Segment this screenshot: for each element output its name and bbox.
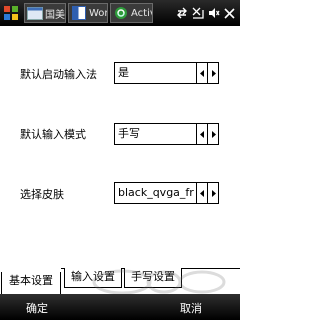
skin-select-label: 选择皮肤	[20, 188, 64, 201]
connectivity-icon[interactable]	[175, 6, 188, 20]
default-startup-label: 默认启动输入法	[20, 68, 97, 81]
taskbar-item-app3[interactable]: Activ	[110, 3, 153, 23]
taskbar-item-label: Activ	[131, 7, 152, 19]
default-input-mode-label: 默认输入模式	[20, 128, 86, 141]
right-arrow-icon[interactable]	[207, 183, 218, 203]
default-startup-spinner[interactable]: 是	[114, 62, 219, 84]
left-arrow-icon[interactable]	[196, 124, 207, 144]
folder-icon	[26, 6, 43, 20]
default-input-mode-spinner[interactable]: 手写	[114, 123, 219, 145]
tab-input-settings[interactable]: 输入设置	[64, 268, 122, 288]
left-arrow-icon[interactable]	[196, 63, 207, 83]
soft-key-bar: 确定 取消	[0, 294, 240, 320]
volume-icon[interactable]	[207, 6, 220, 20]
right-arrow-icon[interactable]	[207, 63, 218, 83]
default-input-mode-value: 手写	[118, 127, 140, 140]
close-icon[interactable]	[223, 6, 236, 20]
taskbar-item-label: Wor	[89, 7, 108, 19]
tab-strip: 基本设置 输入设置 手写设置	[0, 268, 240, 294]
confirm-softkey[interactable]: 确定	[26, 300, 48, 316]
tab-basic-settings[interactable]: 基本设置	[1, 272, 61, 294]
word-icon	[70, 6, 87, 20]
taskbar-item-app2[interactable]: Wor	[68, 3, 108, 23]
start-menu-icon[interactable]	[0, 0, 22, 26]
right-arrow-icon[interactable]	[207, 124, 218, 144]
signal-off-icon[interactable]	[191, 6, 204, 20]
default-startup-value: 是	[118, 66, 129, 79]
skin-select-spinner[interactable]: black_qvga_fr	[114, 182, 219, 204]
activesync-icon	[112, 6, 129, 20]
taskbar-item-app1[interactable]: 国美	[24, 3, 66, 23]
taskbar-item-label: 国美	[45, 9, 65, 21]
tab-handwriting-settings[interactable]: 手写设置	[124, 268, 182, 288]
skin-select-value: black_qvga_fr	[118, 186, 194, 199]
left-arrow-icon[interactable]	[196, 183, 207, 203]
cancel-softkey[interactable]: 取消	[180, 300, 202, 316]
status-bar: 国美 Wor Activ	[0, 0, 240, 26]
